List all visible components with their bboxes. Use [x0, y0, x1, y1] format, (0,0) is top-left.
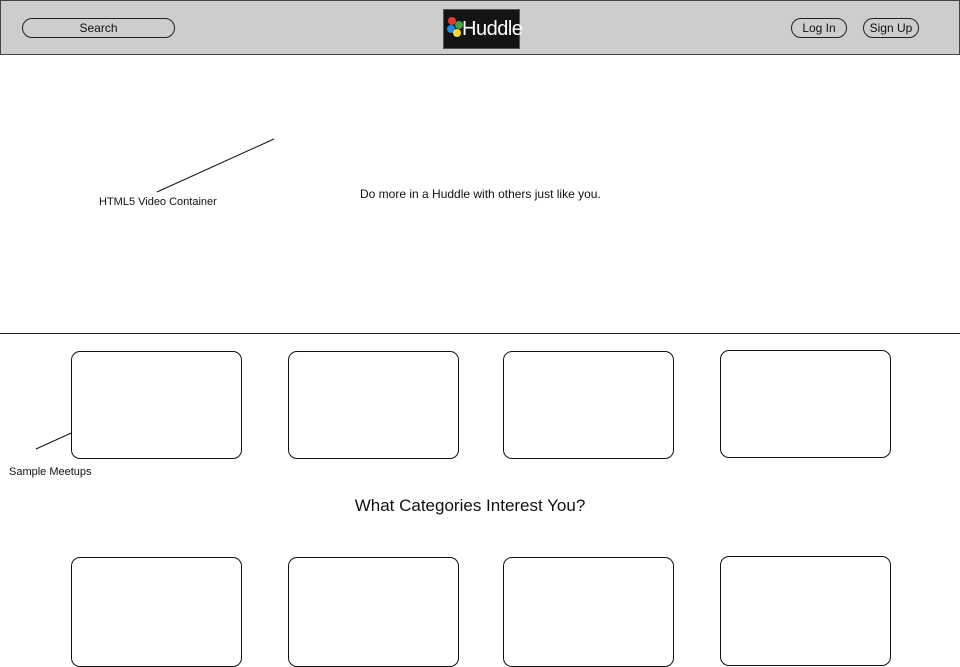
sample-meetups-annotation: Sample Meetups	[9, 466, 92, 478]
hero-tagline: Do more in a Huddle with others just lik…	[360, 187, 601, 201]
huddle-logo[interactable]: Huddle	[443, 9, 523, 49]
login-label: Log In	[802, 21, 836, 35]
search-label: Search	[79, 21, 118, 35]
search-button[interactable]: Search	[22, 18, 175, 38]
video-container-annotation: HTML5 Video Container	[99, 196, 217, 208]
meetup-card[interactable]	[720, 350, 891, 458]
signup-label: Sign Up	[869, 21, 913, 35]
category-card[interactable]	[288, 557, 459, 667]
hero-divider	[0, 333, 960, 334]
category-card[interactable]	[503, 557, 674, 667]
meetup-card[interactable]	[503, 351, 674, 459]
video-annotation-line	[156, 138, 275, 193]
top-header: Search Huddle Log In Sign Up	[0, 0, 960, 55]
annotation-lines	[35, 138, 275, 450]
signup-button[interactable]: Sign Up	[863, 18, 919, 38]
logo-text: Huddle	[462, 18, 523, 40]
categories-title: What Categories Interest You?	[354, 496, 586, 515]
category-card[interactable]	[71, 557, 242, 667]
meetup-card[interactable]	[288, 351, 459, 459]
meetup-card[interactable]	[71, 351, 242, 459]
login-button[interactable]: Log In	[791, 18, 847, 38]
